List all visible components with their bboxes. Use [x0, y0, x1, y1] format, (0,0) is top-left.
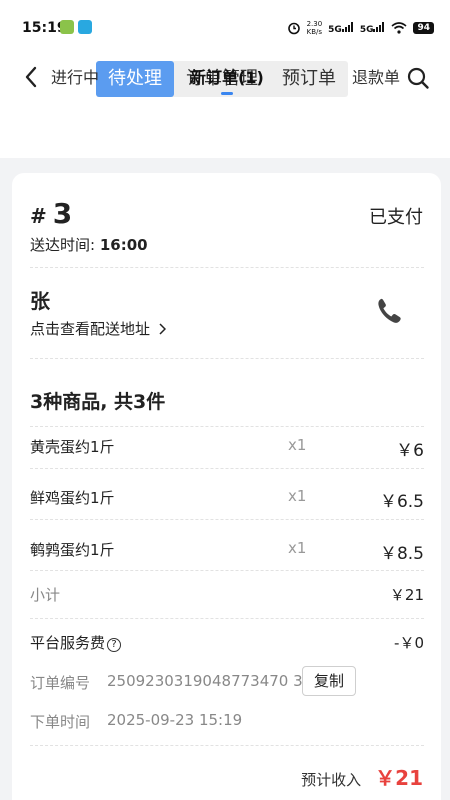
divider [30, 468, 424, 469]
subtab-new-orders[interactable]: 新订单(1) [190, 64, 264, 88]
chevron-left-icon [25, 66, 37, 88]
estimated-income: 预计收入 ￥21 [301, 762, 423, 791]
notification-icons [60, 20, 92, 34]
order-time-label: 下单时间 [30, 713, 91, 731]
item-price: ￥8.5 [379, 544, 424, 564]
subtab-refunds[interactable]: 退款单 [352, 64, 400, 88]
delivery-time-label: 送达时间: [30, 236, 96, 254]
subtotal-value: ￥21 [389, 586, 424, 604]
order-no-label: 订单编号 [30, 674, 91, 692]
item-qty: x1 [288, 487, 307, 505]
item-qty: x1 [288, 436, 307, 454]
status-indicators: 2.30 KB/s 5G 5G 94 [287, 20, 434, 36]
subtotal-label: 小计 [30, 586, 61, 604]
app-notification-icon [78, 20, 92, 34]
wifi-icon [391, 22, 407, 34]
list-item: 黄壳蛋约1斤 x1 ￥6 [30, 436, 424, 461]
address-link-label: 点击查看配送地址 [30, 320, 151, 338]
items-summary: 3种商品, 共3件 [30, 391, 166, 413]
list-item: 鹌鹑蛋约1斤 x1 ￥8.5 [30, 539, 424, 564]
copy-button[interactable]: 复制 [302, 666, 356, 696]
active-subtab-indicator [221, 92, 233, 95]
app-notification-icon [60, 20, 74, 34]
divider [30, 745, 424, 746]
item-name: 鲜鸡蛋约1斤 [30, 489, 115, 507]
income-label: 预计收入 [301, 771, 362, 789]
network-speed: 2.30 KB/s [307, 20, 323, 36]
sim1-label: 5G [328, 24, 342, 35]
sim2-label: 5G [359, 24, 374, 35]
item-qty: x1 [288, 539, 307, 557]
item-name: 黄壳蛋约1斤 [30, 438, 115, 456]
back-button[interactable] [24, 66, 38, 93]
service-fee-label: 平台服务费? [30, 632, 122, 653]
phone-icon[interactable] [376, 297, 402, 325]
payment-status: 已支付 [369, 207, 423, 228]
search-icon[interactable] [406, 66, 430, 90]
order-time-row: 下单时间 2025-09-23 15:19 [30, 711, 242, 732]
divider [30, 519, 424, 520]
net-speed-value: 2.30 [306, 20, 323, 28]
divider [30, 267, 424, 268]
item-price: ￥6.5 [379, 492, 424, 512]
divider [30, 426, 424, 427]
status-bar: 15:19 2.30 KB/s 5G 5G 94 [0, 0, 450, 58]
top-header: 待处理 订单管理 预订单 进行中 新订单(1) 退款单 [0, 58, 450, 158]
subtab-in-progress[interactable]: 进行中 [51, 64, 99, 88]
delivery-time-value: 16:00 [99, 236, 148, 254]
order-number-row: 订单编号 2509230319048773470 3 [30, 672, 303, 693]
tab-reservations[interactable]: 预订单 [270, 61, 348, 97]
order-no-value: 2509230319048773470 3 [107, 672, 303, 690]
order-time-value: 2025-09-23 15:19 [107, 711, 243, 729]
divider [30, 618, 424, 619]
signal-icon [341, 21, 353, 32]
tab-pending[interactable]: 待处理 [96, 61, 174, 97]
chevron-right-icon [159, 323, 166, 335]
divider [30, 358, 424, 359]
order-number-value: 3 [52, 197, 73, 230]
battery-indicator: 94 [413, 22, 434, 34]
address-link[interactable]: 点击查看配送地址 [30, 318, 166, 339]
item-price: ￥6 [396, 441, 424, 461]
net-speed-unit: KB/s [306, 28, 323, 36]
signal-icon [373, 21, 385, 32]
divider [30, 570, 424, 571]
list-item: 鲜鸡蛋约1斤 x1 ￥6.5 [30, 487, 424, 512]
question-icon[interactable]: ? [107, 638, 122, 652]
service-fee-text: 平台服务费 [30, 634, 106, 652]
service-fee-value: -￥0 [394, 634, 424, 652]
income-value: ￥21 [375, 766, 423, 790]
order-number: # 3 [30, 197, 72, 230]
customer-name: 张 [30, 289, 50, 313]
signal-1: 5G [328, 21, 354, 35]
delivery-time: 送达时间: 16:00 [30, 234, 148, 255]
alarm-icon [287, 22, 300, 35]
order-hash: # [30, 204, 47, 228]
signal-2: 5G [359, 21, 386, 35]
item-name: 鹌鹑蛋约1斤 [30, 541, 115, 559]
